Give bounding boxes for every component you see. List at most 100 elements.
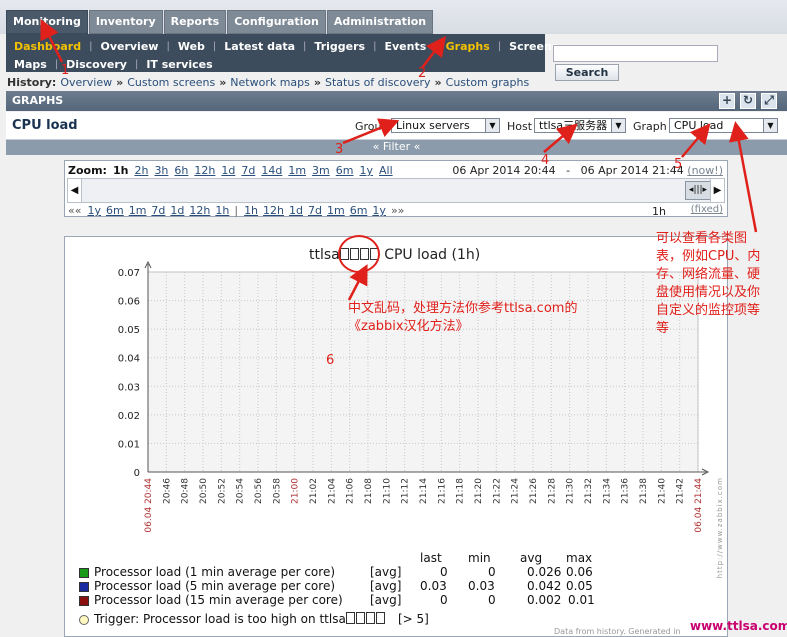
filter-toggle[interactable]: « Filter « (6, 140, 787, 155)
back-6m[interactable]: 6m (106, 204, 124, 217)
rewind-icon[interactable]: «« (68, 204, 81, 217)
back-1y[interactable]: 1y (87, 204, 101, 217)
fwd-12h[interactable]: 12h (263, 204, 284, 217)
graph-select[interactable]: CPU load ▼ (669, 118, 778, 133)
garbled-glyph-icon (375, 612, 385, 624)
tab-monitoring[interactable]: Monitoring (6, 10, 88, 34)
menu-discovery[interactable]: Discovery (58, 58, 135, 71)
zoom-6h[interactable]: 6h (174, 164, 188, 177)
stat-header-avg: avg (520, 551, 543, 565)
menu-overview[interactable]: Overview (92, 40, 166, 53)
legend-label: Processor load (1 min average per core) (94, 565, 336, 579)
zoom-12h[interactable]: 12h (194, 164, 215, 177)
history-link-custom-graphs[interactable]: Custom graphs (446, 76, 530, 89)
history-label: History: (7, 75, 57, 89)
zoom-1d[interactable]: 1d (221, 164, 235, 177)
legend-min: 0 (488, 565, 496, 579)
host-label: Host (507, 120, 533, 133)
sub-menu-row-1: Dashboard | Overview | Web | Latest data | T… (6, 37, 566, 55)
back-1m[interactable]: 1m (129, 204, 147, 217)
annotation-3: 3 (335, 142, 344, 157)
tab-reports[interactable]: Reports (163, 10, 227, 34)
scroll-right-icon[interactable]: ▶ (710, 179, 724, 202)
menu-triggers[interactable]: Triggers (306, 40, 373, 53)
search-input[interactable] (553, 45, 718, 62)
group-select[interactable]: Linux servers ▼ (391, 118, 500, 133)
graph-label: Graph (633, 120, 667, 133)
back-1h[interactable]: 1h (215, 204, 229, 217)
now-link[interactable]: (now!) (687, 164, 723, 177)
menu-it-services[interactable]: IT services (138, 58, 220, 71)
breadcrumb-separator: » (116, 75, 124, 89)
legend-agg: [avg] (370, 593, 402, 607)
sub-menu-row-2: Maps | Discovery | IT services (6, 55, 221, 73)
zoom-6m[interactable]: 6m (336, 164, 354, 177)
garbled-glyph-icon (355, 612, 365, 624)
zoom-1y[interactable]: 1y (359, 164, 373, 177)
timeline-scrollbar[interactable]: ◀ ◂|||▸ ▶ (67, 178, 725, 203)
site-watermark: www.ttlsa.com (690, 619, 787, 633)
tab-administration[interactable]: Administration (326, 10, 434, 34)
scroll-left-icon[interactable]: ◀ (68, 179, 82, 202)
menu-graphs[interactable]: Graphs (438, 40, 498, 53)
annotation-garbled-note: 中文乱码，处理方法你参考ttlsa.com的 《zabbix汉化方法》 (348, 300, 638, 336)
back-1d[interactable]: 1d (170, 204, 184, 217)
scroll-thumb[interactable]: ◂|||▸ (685, 181, 711, 200)
zoom-links: Zoom: 1h 2h 3h 6h 12h 1d 7d 14d 1m 3m 6m… (68, 164, 399, 177)
fullscreen-icon[interactable]: ⤢ (761, 93, 777, 109)
menu-events[interactable]: Events (376, 40, 434, 53)
zabbix-watermark: http://www.zabbix.com (716, 477, 724, 579)
fwd-1y[interactable]: 1y (372, 204, 386, 217)
tab-inventory[interactable]: Inventory (88, 10, 163, 34)
fwd-1h[interactable]: 1h (244, 204, 258, 217)
fwd-1m[interactable]: 1m (327, 204, 345, 217)
graph-name-title: CPU load (12, 118, 78, 133)
legend-swatch (79, 582, 89, 592)
graph-note-line: 自定义的监控项等 (656, 303, 761, 318)
graph-note-line: 等 (656, 321, 670, 336)
fwd-7d[interactable]: 7d (308, 204, 322, 217)
graph-controls: CPU load Group Linux servers ▼ Host ttlsa… (6, 112, 787, 140)
menu-latest-data[interactable]: Latest data (216, 40, 303, 53)
history-link-network-maps[interactable]: Network maps (230, 76, 310, 89)
group-value: Linux servers (396, 119, 470, 132)
annotation-6: 6 (326, 353, 335, 368)
graph-note-line: 存、网络流量、硬 (656, 267, 761, 282)
zoom-7d[interactable]: 7d (241, 164, 255, 177)
zoom-3m[interactable]: 3m (312, 164, 330, 177)
fwd-1d[interactable]: 1d (289, 204, 303, 217)
add-to-favorites-icon[interactable]: + (719, 93, 735, 109)
fixed-toggle[interactable]: (fixed) (691, 204, 723, 215)
tab-configuration[interactable]: Configuration (227, 10, 326, 34)
graph-note-line: 表，例如CPU、内 (656, 249, 761, 264)
graph-value: CPU load (674, 119, 724, 132)
chevron-down-icon: ▼ (763, 119, 777, 132)
menu-maps[interactable]: Maps (6, 58, 55, 71)
legend-swatch (79, 596, 89, 606)
fwd-6m[interactable]: 6m (350, 204, 368, 217)
refresh-icon[interactable]: ↻ (740, 93, 756, 109)
zoom-14d[interactable]: 14d (261, 164, 282, 177)
legend-last: 0 (440, 565, 448, 579)
host-select[interactable]: ttlsa三服务器 ▼ (534, 118, 626, 133)
history-link-custom-screens[interactable]: Custom screens (127, 76, 215, 89)
breadcrumb-separator: » (313, 75, 322, 89)
zoom-all[interactable]: All (379, 164, 393, 177)
back-7d[interactable]: 7d (151, 204, 165, 217)
zoom-1h[interactable]: 1h (113, 164, 129, 177)
fast-forward-icon[interactable]: »» (391, 204, 404, 217)
garbled-glyph-icon (365, 612, 375, 624)
legend-avg: 0.026 (527, 565, 562, 579)
menu-dashboard[interactable]: Dashboard (6, 40, 89, 53)
legend-max: 0.06 (566, 565, 593, 579)
legend-label: Processor load (5 min average per core) (94, 579, 336, 593)
history-link-status-discovery[interactable]: Status of discovery (325, 76, 431, 89)
menu-web[interactable]: Web (170, 40, 213, 53)
zoom-3h[interactable]: 3h (154, 164, 168, 177)
garbled-glyph-icon (345, 612, 355, 624)
search-button[interactable]: Search (555, 64, 619, 81)
back-12h[interactable]: 12h (189, 204, 210, 217)
zoom-2h[interactable]: 2h (134, 164, 148, 177)
zoom-1m[interactable]: 1m (288, 164, 306, 177)
generated-note: Data from history. Generated in (554, 627, 681, 636)
